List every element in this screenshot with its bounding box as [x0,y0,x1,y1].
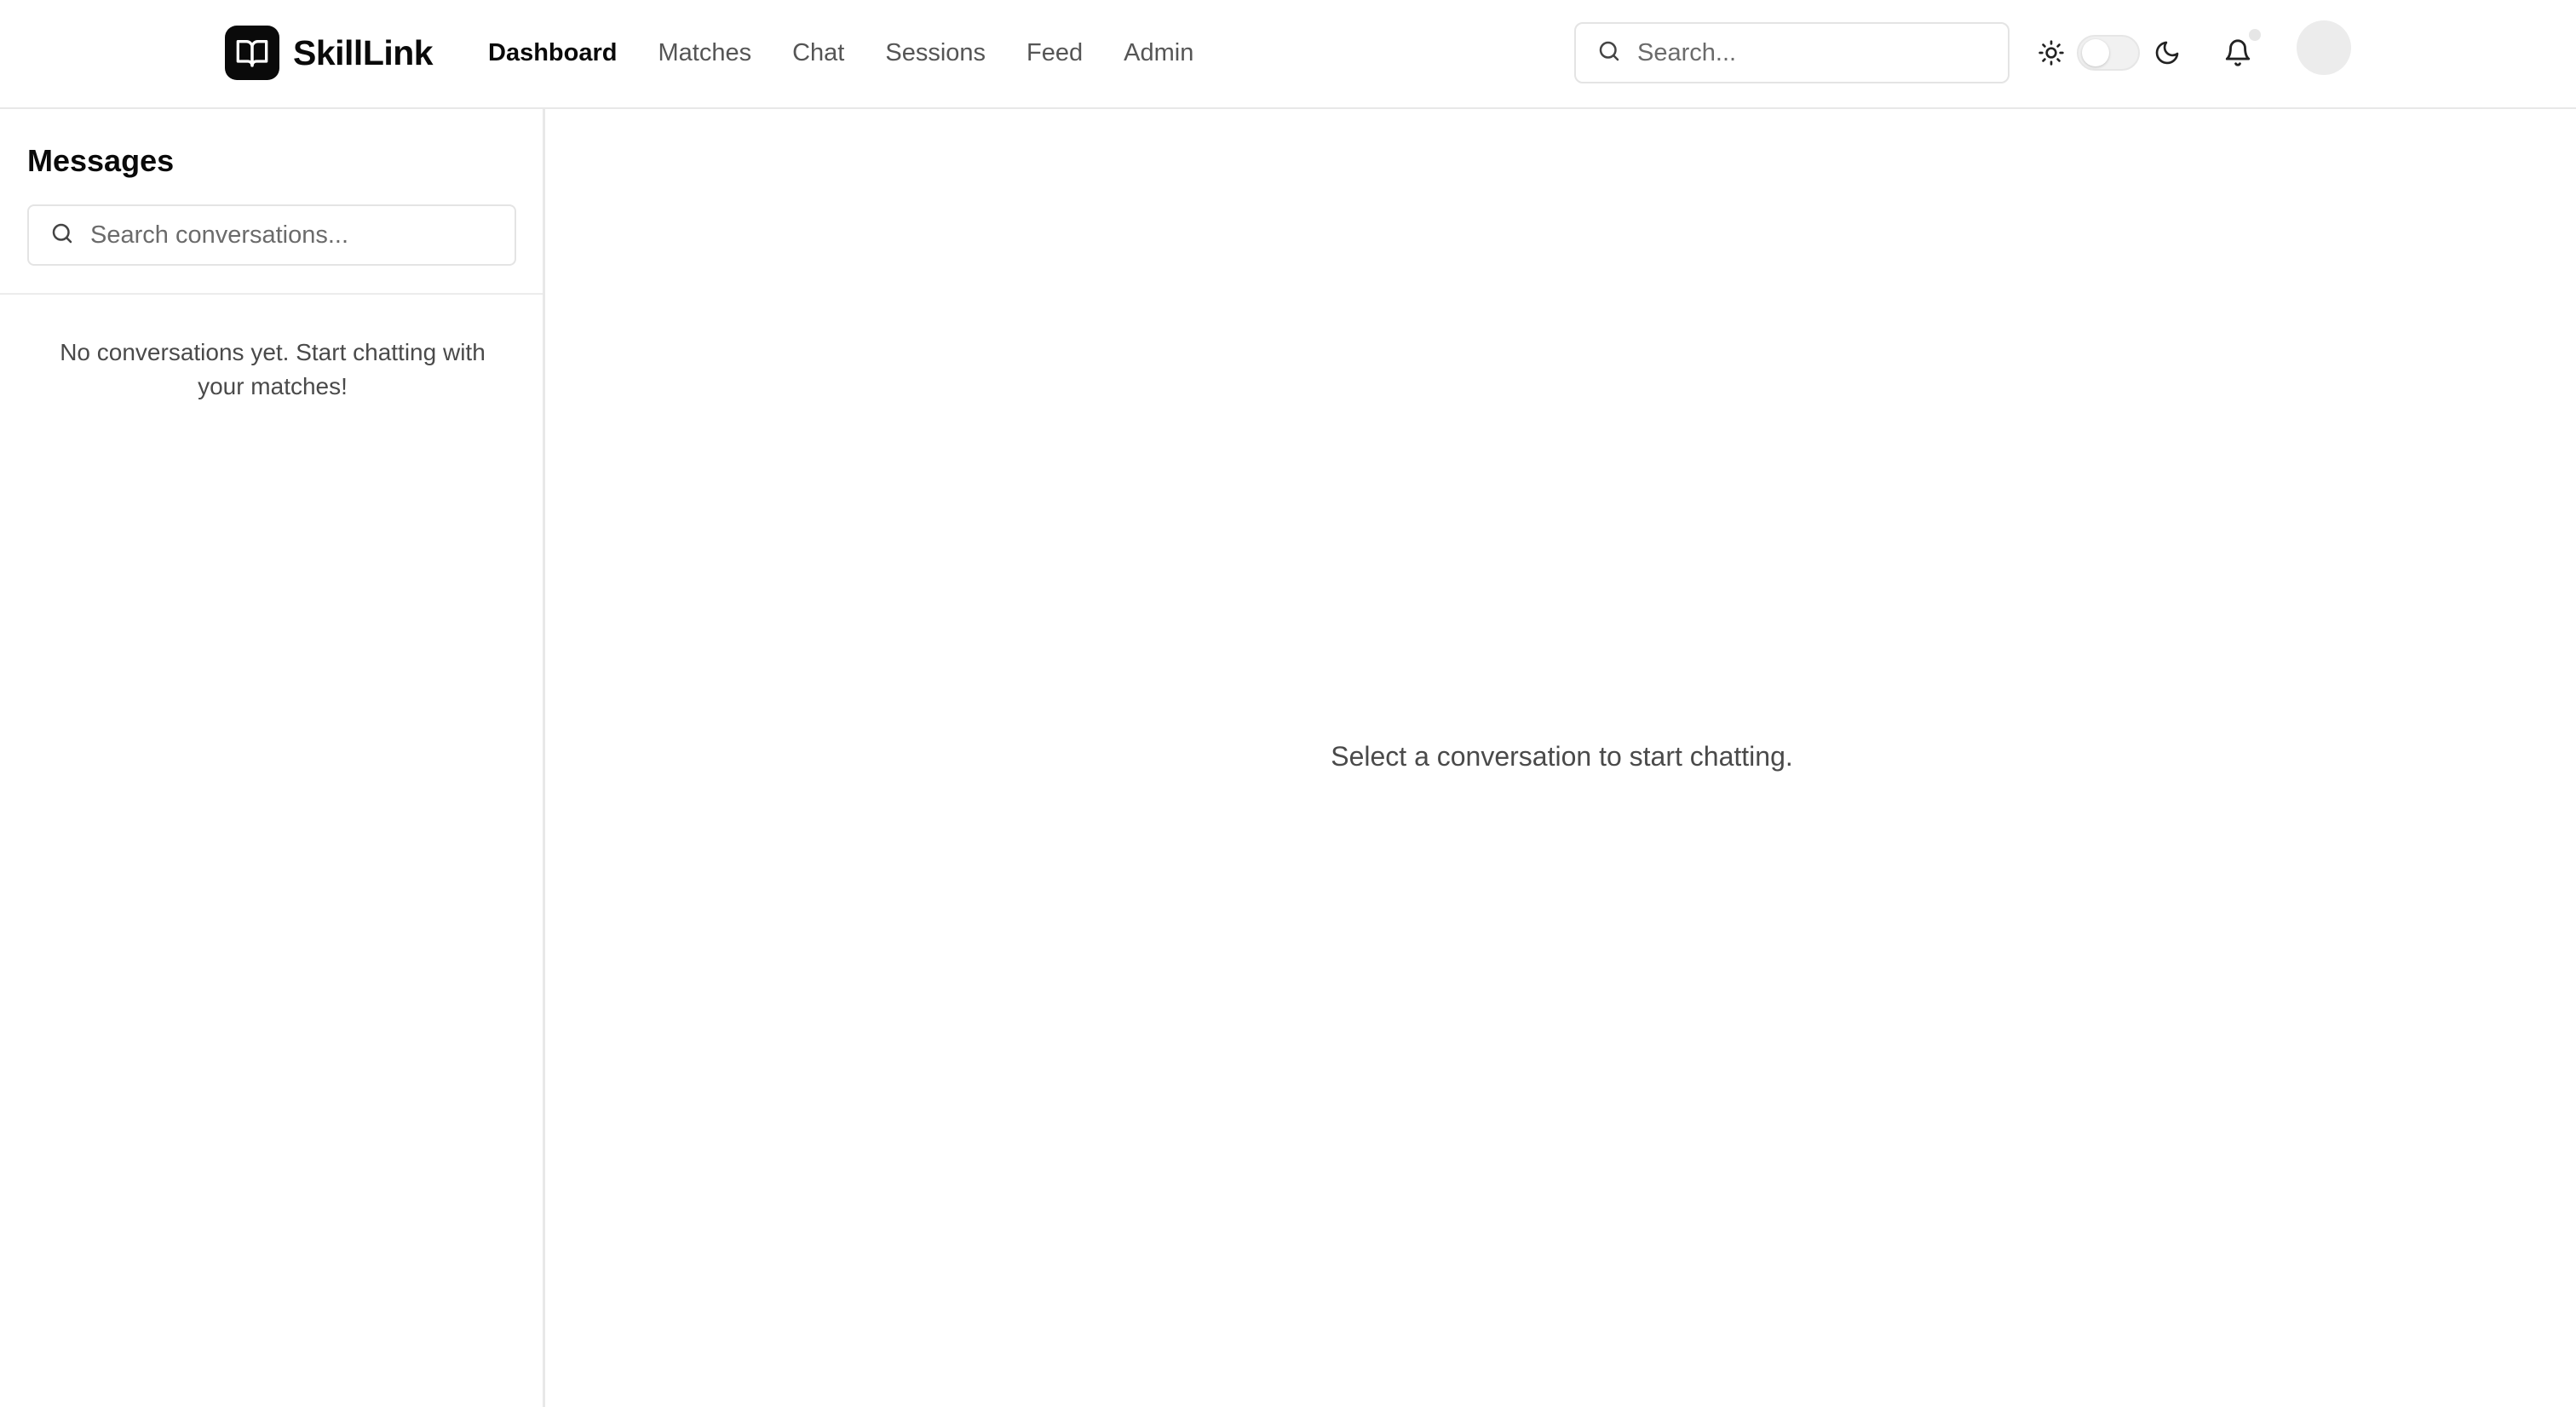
chat-panel: Select a conversation to start chatting. [548,109,2576,1407]
bell-icon[interactable] [2223,37,2252,68]
sun-icon[interactable] [2038,39,2065,66]
conversation-search[interactable] [27,204,516,266]
main-nav: Dashboard Matches Chat Sessions Feed Adm… [488,32,1234,73]
empty-conversations-message: No conversations yet. Start chatting wit… [60,339,486,399]
search-icon [1596,38,1622,68]
nav-item-matches[interactable]: Matches [658,39,751,67]
conversations-sidebar: Messages No conversations yet. Start cha… [0,109,545,1407]
top-navbar: SkillLink Dashboard Matches Chat Session… [0,0,2576,109]
theme-toggle[interactable] [2077,35,2140,71]
nav-item-chat[interactable]: Chat [792,39,844,67]
avatar[interactable] [2297,20,2351,75]
chat-placeholder: Select a conversation to start chatting. [1331,741,1793,772]
brand-name: SkillLink [293,32,434,72]
moon-icon[interactable] [2153,39,2181,66]
brand[interactable]: SkillLink [225,26,434,80]
nav-item-dashboard[interactable]: Dashboard [488,39,617,67]
conversation-search-input[interactable] [90,221,431,250]
nav-item-feed[interactable]: Feed [1026,39,1083,67]
sidebar-title: Messages [27,143,175,178]
theme-toggle-knob [2082,39,2109,66]
global-search-input[interactable] [1637,38,1978,67]
nav-item-admin[interactable]: Admin [1124,39,1193,67]
search-icon [49,221,75,250]
notification-badge [2249,29,2261,41]
global-search[interactable] [1574,22,2010,83]
divider [0,293,543,295]
open-book-icon [225,26,279,80]
nav-item-sessions[interactable]: Sessions [885,39,986,67]
